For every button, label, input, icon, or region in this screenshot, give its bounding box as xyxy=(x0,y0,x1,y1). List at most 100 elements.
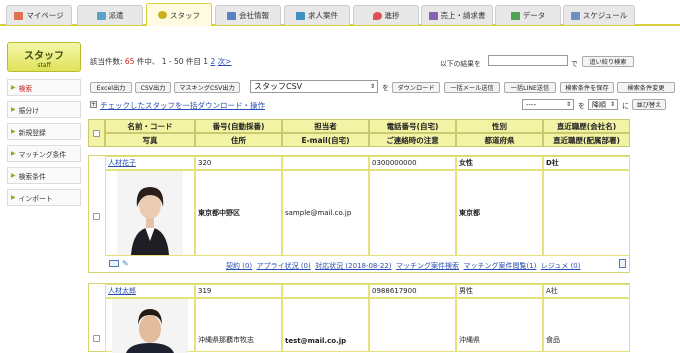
edit-icon[interactable]: ✎ xyxy=(122,259,131,268)
header-phone: 電話番号(自宅) xyxy=(369,119,456,133)
tab-jobs[interactable]: 求人案件 xyxy=(284,5,350,25)
staff-code: 320 xyxy=(195,156,282,170)
tab-schedule[interactable]: スケジュール xyxy=(563,5,635,25)
resume-link[interactable]: レジュメ (0) xyxy=(541,262,581,270)
yen-icon xyxy=(428,11,438,20)
triangle-right-icon: ▶ xyxy=(11,194,16,201)
mail-icon[interactable] xyxy=(109,260,119,267)
tab-staff[interactable]: スタッフ xyxy=(146,3,212,26)
matching-view-link[interactable]: マッチング案件閲覧(1) xyxy=(463,262,536,270)
row-checkbox[interactable] xyxy=(93,335,100,342)
staff-email: test@mail.co.jp xyxy=(282,298,369,352)
excel-export-button[interactable]: Excel出力 xyxy=(90,82,132,93)
header-photo: 写真 xyxy=(105,133,195,147)
staff-prefecture: 沖縄県 xyxy=(456,298,543,352)
staff-photo-cell xyxy=(105,170,195,256)
apply-status-link[interactable]: アプライ状況 (0) xyxy=(257,262,311,270)
staff-manager xyxy=(282,156,369,170)
next-page-link[interactable]: 次> xyxy=(218,57,232,66)
masking-csv-button[interactable]: マスキングCSV出力 xyxy=(174,82,240,93)
staff-name-link[interactable]: 人材太郎 xyxy=(108,286,136,296)
header-email: E-mail(自宅) xyxy=(282,133,369,147)
pin-icon xyxy=(372,11,382,20)
csv-type-select[interactable]: スタッフCSV ⇕ xyxy=(250,80,378,93)
staff-photo-cell xyxy=(105,298,195,353)
bar-chart-icon xyxy=(510,11,520,20)
sidebar-item-assign[interactable]: ▶ 振分け xyxy=(7,101,81,118)
tab-dispatch[interactable]: 派遣 xyxy=(77,5,143,25)
header-dept: 直近職歴(配属部署) xyxy=(543,133,630,147)
sort-wo-label: を xyxy=(578,102,585,110)
staff-dept: 食品 xyxy=(543,298,630,352)
sort-button[interactable]: 並び替え xyxy=(632,99,666,110)
select-arrow-icon: ⇕ xyxy=(565,101,571,108)
staff-phone: 0988617900 xyxy=(369,284,456,298)
person-icon xyxy=(158,11,167,19)
staff-gender: 男性 xyxy=(456,284,543,298)
sidebar-item-import[interactable]: ▶ インポート xyxy=(7,189,81,206)
expand-plus-icon[interactable]: + xyxy=(90,101,97,108)
refine-search-button[interactable]: 追い絞り検索 xyxy=(582,56,634,67)
sidebar-item-conditions[interactable]: ▶ 検索条件 xyxy=(7,167,81,184)
tab-mypage[interactable]: マイページ xyxy=(6,5,72,25)
sort-field-select[interactable]: ---- ⇕ xyxy=(522,99,574,110)
staff-manager xyxy=(282,284,369,298)
select-arrow-icon: ⇕ xyxy=(609,101,615,108)
office-icon xyxy=(227,11,236,20)
contract-link[interactable]: 契約 (0) xyxy=(226,262,252,270)
trash-icon[interactable] xyxy=(619,259,626,268)
tab-progress[interactable]: 進捗 xyxy=(353,5,419,25)
staff-company: A社 xyxy=(543,284,630,298)
select-all-checkbox[interactable] xyxy=(93,129,100,137)
sidebar-item-matching[interactable]: ▶ マッチング条件 xyxy=(7,145,81,162)
matching-search-link[interactable]: マッチング案件検索 xyxy=(396,262,459,270)
staff-address: 沖縄県那覇市牧志 xyxy=(195,298,282,352)
refine-suffix: で xyxy=(571,60,578,68)
sidebar-item-search[interactable]: ▶ 検索 xyxy=(7,79,81,96)
save-conditions-button[interactable]: 検索条件を保存 xyxy=(560,82,614,93)
header-company: 直近職歴(会社名) xyxy=(543,119,630,133)
header-manager: 担当者 xyxy=(282,119,369,133)
calendar-icon xyxy=(570,11,580,20)
house-icon xyxy=(14,11,24,20)
staff-company: D社 xyxy=(543,156,630,170)
staff-name-link[interactable]: 人材花子 xyxy=(108,158,136,168)
header-notes: ご連絡時の注意 xyxy=(369,133,456,147)
response-status-link[interactable]: 対応状況 (2018-08-22) xyxy=(315,262,391,270)
sidebar-item-register[interactable]: ▶ 新規登録 xyxy=(7,123,81,140)
page-2-link[interactable]: 2 xyxy=(210,57,215,66)
bulk-operation-link[interactable]: チェックしたスタッフを一括ダウンロード・操作 xyxy=(100,100,265,111)
building-icon xyxy=(96,11,106,20)
staff-prefecture: 東京都 xyxy=(456,170,543,256)
select-arrow-icon: ⇕ xyxy=(369,83,375,90)
main-tab-bar: マイページ 派遣 スタッフ 会社情報 求人案件 進捗 売上・請求書 データ スケ… xyxy=(0,0,680,26)
triangle-right-icon: ▶ xyxy=(11,84,16,91)
tab-data[interactable]: データ xyxy=(495,5,561,25)
staff-logo: スタッフ staff xyxy=(7,42,81,72)
header-gender: 性別 xyxy=(456,119,543,133)
select-all-header xyxy=(88,119,105,147)
row-checkbox[interactable] xyxy=(93,213,100,220)
staff-notes xyxy=(369,170,456,256)
staff-phone: 0300000000 xyxy=(369,156,456,170)
tab-sales[interactable]: 売上・請求書 xyxy=(421,5,493,25)
header-prefecture: 都道府県 xyxy=(456,133,543,147)
change-conditions-button[interactable]: 検索条件変更 xyxy=(617,82,675,93)
bulk-line-button[interactable]: 一括LINE送信 xyxy=(504,82,556,93)
refine-input[interactable] xyxy=(488,55,568,66)
staff-code: 319 xyxy=(195,284,282,298)
triangle-right-icon: ▶ xyxy=(11,172,16,179)
sort-order-select[interactable]: 降順 ⇕ xyxy=(588,99,618,110)
header-address: 住所 xyxy=(195,133,282,147)
staff-photo xyxy=(112,299,188,353)
download-button[interactable]: ダウンロード xyxy=(392,82,440,93)
result-count: 該当件数: 65 件中、 1 - 50 件目 1 2 次> xyxy=(90,57,232,66)
sort-ni-label: に xyxy=(622,102,629,110)
bulk-mail-button[interactable]: 一括メール送信 xyxy=(444,82,500,93)
staff-dept xyxy=(543,170,630,256)
triangle-right-icon: ▶ xyxy=(11,150,16,157)
action-links: 契約 (0) アプライ状況 (0) 対応状況 (2018-08-22) マッチン… xyxy=(226,261,581,271)
tab-company[interactable]: 会社情報 xyxy=(215,5,281,25)
refine-label: 以下の結果を xyxy=(440,60,481,68)
csv-export-button[interactable]: CSV出力 xyxy=(135,82,171,93)
